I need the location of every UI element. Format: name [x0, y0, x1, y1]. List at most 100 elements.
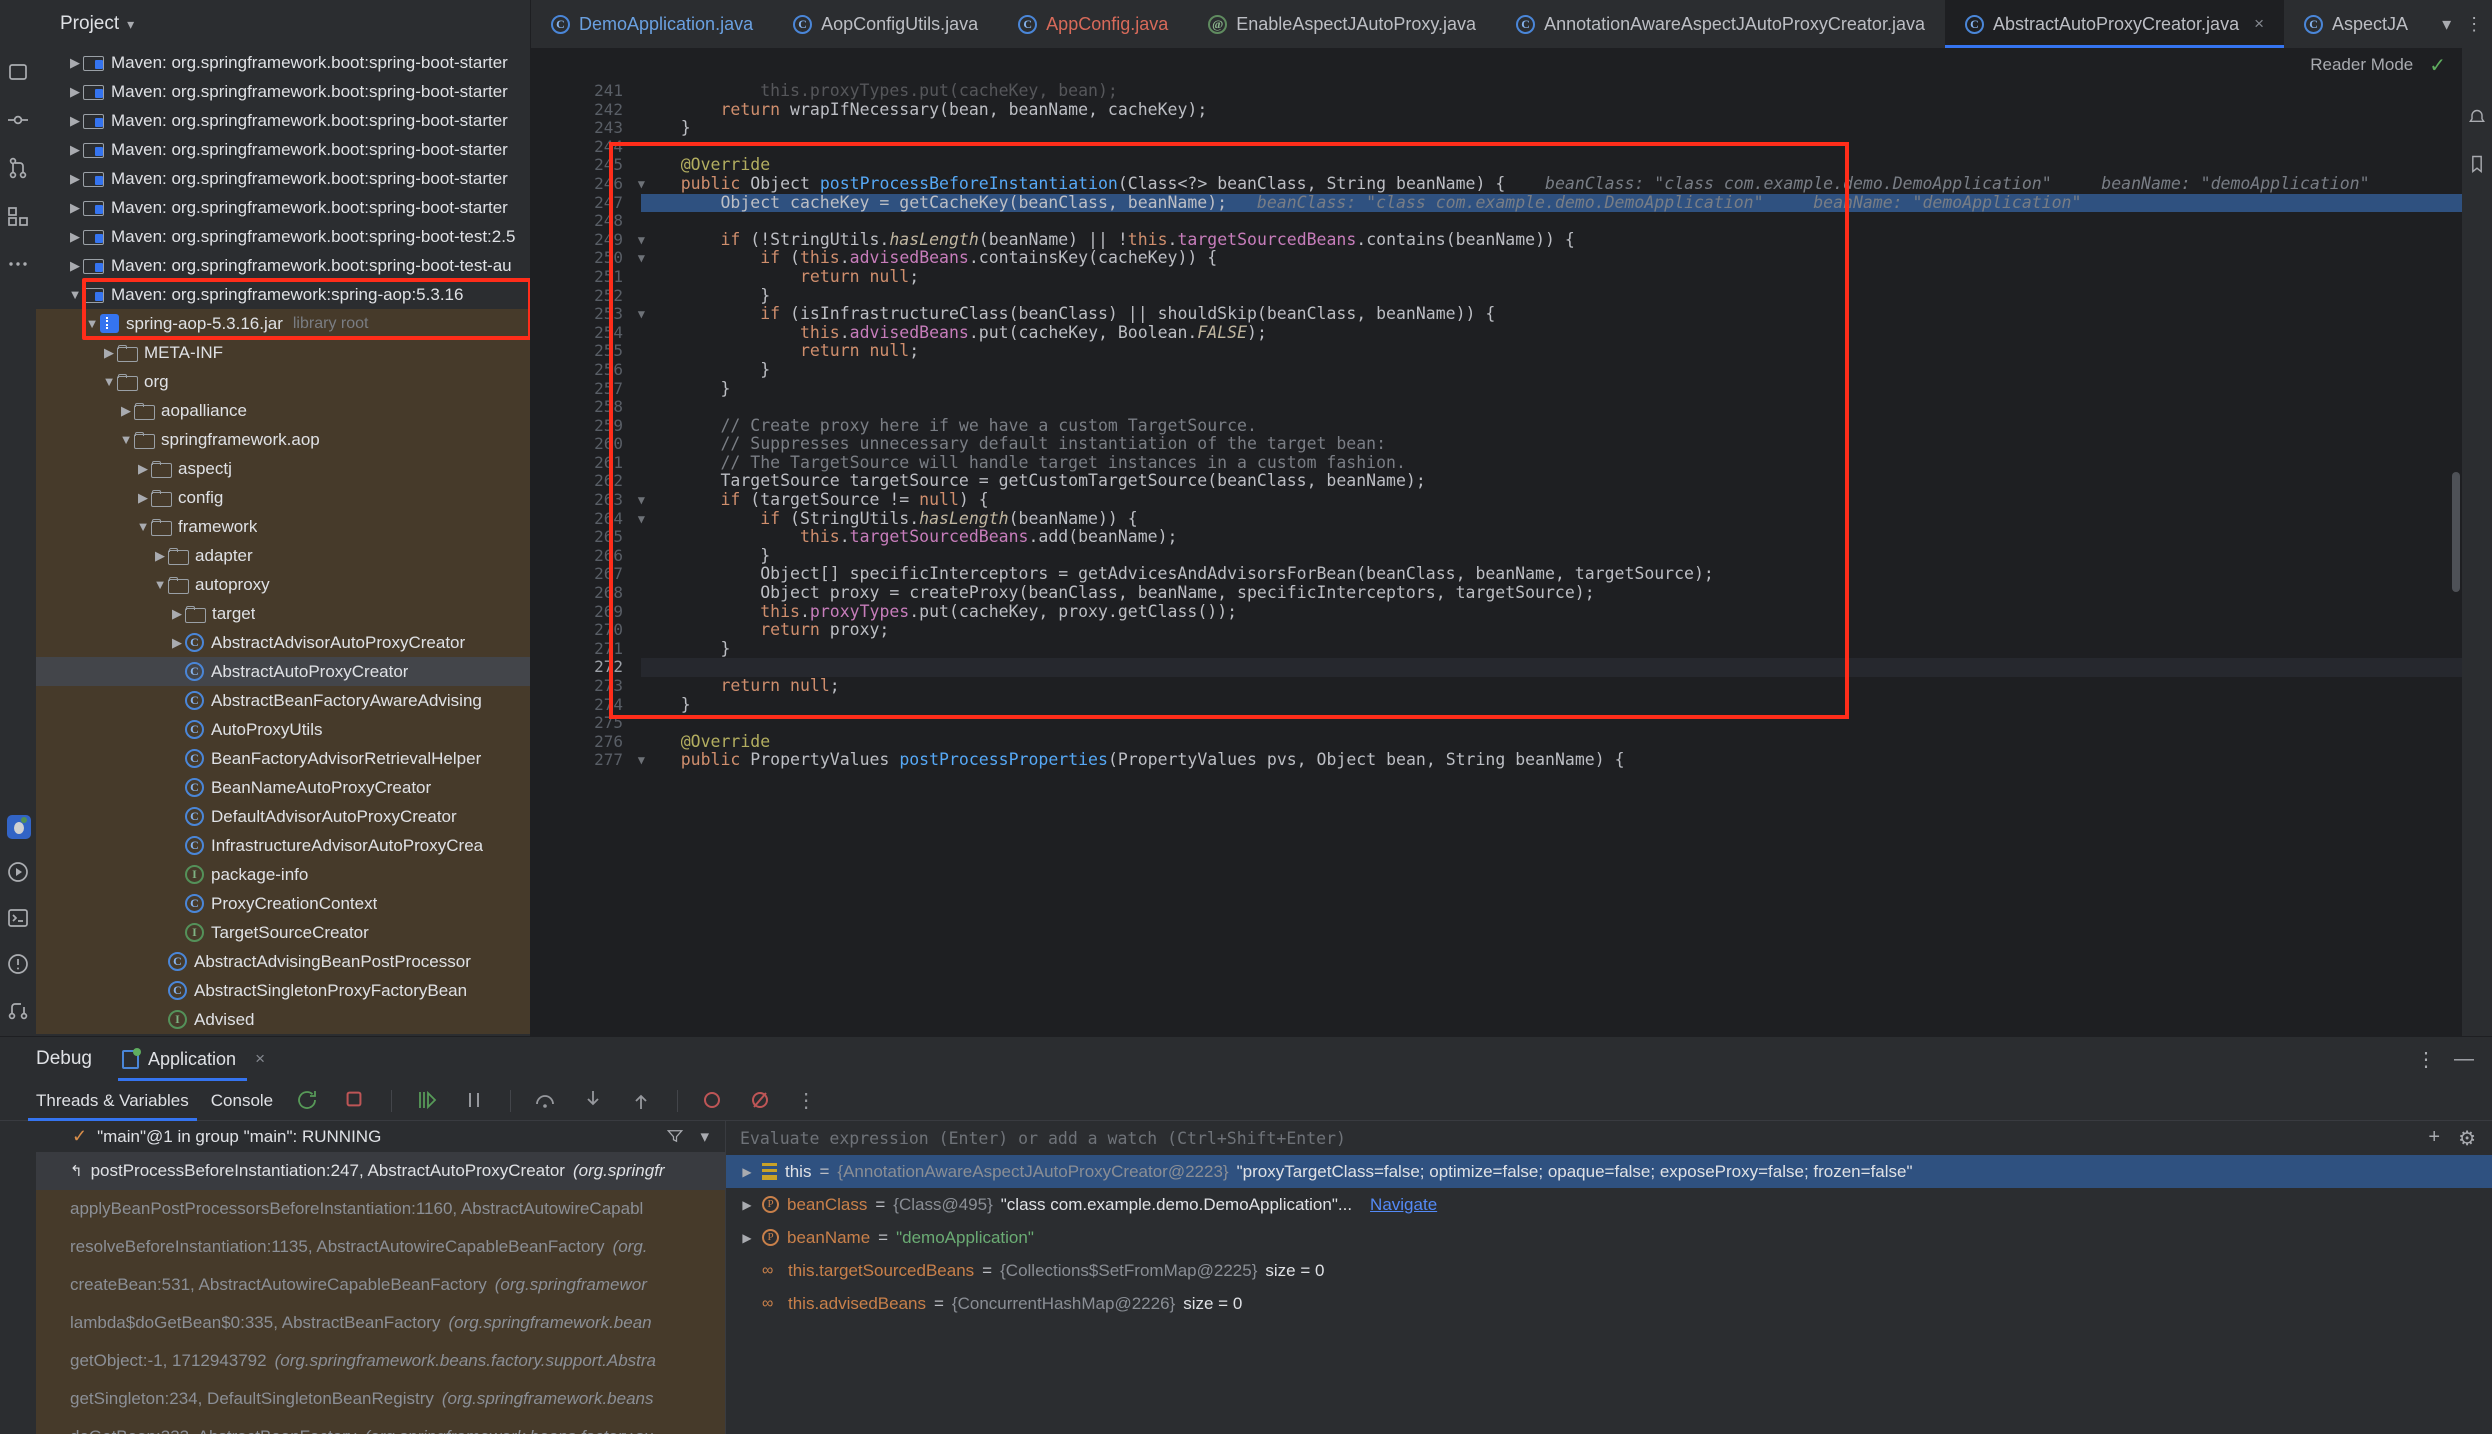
tree-row-14[interactable]: ▶ aspectj — [36, 454, 530, 483]
chevron-right-icon[interactable]: ▶ — [740, 1165, 754, 1179]
chevron-right-icon[interactable]: ▶ — [67, 171, 83, 187]
chevron-right-icon[interactable]: ▶ — [169, 635, 185, 651]
pull-requests-icon[interactable] — [6, 156, 30, 180]
line-number[interactable]: 272 — [531, 658, 623, 677]
tree-row-8[interactable]: ▼ Maven: org.springframework:spring-aop:5… — [36, 280, 530, 309]
thread-selector[interactable]: ✓ "main"@1 in group "main": RUNNING ▾ — [36, 1121, 725, 1152]
line-number-gutter[interactable]: 241 242 243 244 245 246 ▼ 247 248 249 ▼ 250 ▼ 251 252 2… — [531, 82, 645, 1036]
line-number[interactable]: 266 — [531, 546, 623, 566]
chevron-down-icon[interactable]: ▾ — [127, 16, 134, 33]
project-view-icon[interactable] — [6, 60, 30, 84]
more-options-icon[interactable]: ⋮ — [2416, 1047, 2436, 1072]
editor-tab-3[interactable]: @ EnableAspectJAutoProxy.java — [1188, 0, 1496, 48]
chevron-right-icon[interactable]: ▶ — [67, 258, 83, 274]
code-line[interactable]: // The TargetSource will handle target i… — [641, 453, 2462, 473]
line-number[interactable]: 269 — [531, 602, 623, 622]
variable-row-2[interactable]: ▶ PbeanName = "demoApplication" — [726, 1221, 2492, 1254]
tree-row-19[interactable]: ▶ target — [36, 599, 530, 628]
resume-program-icon[interactable] — [414, 1088, 440, 1114]
tab-console[interactable]: Console — [211, 1081, 273, 1121]
line-number[interactable]: 259 — [531, 416, 623, 436]
chevron-right-icon[interactable]: ▶ — [67, 113, 83, 129]
line-number[interactable]: 270 — [531, 621, 623, 640]
tree-row-6[interactable]: ▶ Maven: org.springframework.boot:spring-… — [36, 222, 530, 251]
step-over-icon[interactable] — [533, 1088, 559, 1114]
debug-more-icon[interactable]: ⋮ — [796, 1088, 822, 1114]
code-line[interactable]: public Object postProcessBeforeInstantia… — [641, 174, 2462, 194]
tree-row-24[interactable]: ·C BeanFactoryAdvisorRetrievalHelper — [36, 744, 530, 773]
line-number[interactable]: 247 — [531, 193, 623, 213]
debug-tool-icon[interactable] — [6, 814, 31, 839]
code-line[interactable]: TargetSource targetSource = getCustomTar… — [641, 472, 2462, 491]
view-breakpoints-icon[interactable] — [700, 1088, 726, 1114]
code-line[interactable]: this.targetSourcedBeans.add(beanName); — [641, 527, 2462, 547]
code-line[interactable] — [641, 658, 2462, 677]
variable-row-3[interactable]: · ∞ this.targetSourcedBeans = {Collections… — [726, 1254, 2492, 1287]
tree-row-17[interactable]: ▶ adapter — [36, 541, 530, 570]
tree-row-22[interactable]: ·C AbstractBeanFactoryAwareAdvising — [36, 686, 530, 715]
tree-row-5[interactable]: ▶ Maven: org.springframework.boot:spring-… — [36, 193, 530, 222]
chevron-right-icon[interactable]: ▶ — [152, 548, 168, 564]
tree-row-33[interactable]: ·I Advised — [36, 1005, 530, 1034]
mute-breakpoints-icon[interactable] — [748, 1088, 774, 1114]
tree-row-30[interactable]: ·I TargetSourceCreator — [36, 918, 530, 947]
chevron-right-icon[interactable]: ▶ — [135, 461, 151, 477]
tree-row-21[interactable]: ·C AbstractAutoProxyCreator — [36, 657, 530, 686]
tree-row-10[interactable]: ▶ META-INF — [36, 338, 530, 367]
tree-row-29[interactable]: ·C ProxyCreationContext — [36, 889, 530, 918]
code-line[interactable]: if (isInfrastructureClass(beanClass) || … — [641, 304, 2462, 324]
tree-row-26[interactable]: ·C DefaultAdvisorAutoProxyCreator — [36, 802, 530, 831]
more-options-icon[interactable]: ⋮ — [2465, 14, 2483, 35]
chevron-right-icon[interactable]: ▶ — [67, 200, 83, 216]
tree-row-11[interactable]: ▼ org — [36, 367, 530, 396]
tree-row-2[interactable]: ▶ Maven: org.springframework.boot:spring-… — [36, 106, 530, 135]
tree-row-20[interactable]: ▶ C AbstractAdvisorAutoProxyCreator — [36, 628, 530, 657]
line-number[interactable]: 260 — [531, 435, 623, 454]
line-number[interactable]: 246 ▼ — [531, 174, 645, 194]
stop-icon[interactable] — [343, 1088, 369, 1114]
code-line[interactable]: Object proxy = createProxy(beanClass, be… — [641, 583, 2462, 603]
code-line[interactable]: } — [641, 379, 2462, 399]
chevron-right-icon[interactable]: ▶ — [67, 142, 83, 158]
run-configuration-tab[interactable]: Application × — [118, 1037, 269, 1081]
chevron-down-icon[interactable]: ▼ — [152, 577, 168, 592]
version-control-icon[interactable] — [6, 998, 30, 1022]
structure-icon[interactable] — [6, 204, 30, 228]
chevron-right-icon[interactable]: ▶ — [101, 345, 117, 361]
variable-row-4[interactable]: · ∞ this.advisedBeans = {ConcurrentHashMap… — [726, 1287, 2492, 1320]
tree-row-23[interactable]: ·C AutoProxyUtils — [36, 715, 530, 744]
chevron-down-icon[interactable]: ▼ — [118, 432, 134, 447]
variable-row-1[interactable]: ▶ PbeanClass = {Class@495} "class com.exa… — [726, 1188, 2492, 1221]
code-line[interactable]: } — [641, 360, 2462, 380]
frame-list[interactable]: ↰ postProcessBeforeInstantiation:247, Abs… — [36, 1152, 725, 1434]
code-line[interactable]: // Suppresses unnecessary default instan… — [641, 434, 2462, 454]
code-line[interactable] — [641, 398, 2462, 417]
line-number[interactable]: 262 — [531, 472, 623, 491]
line-number[interactable]: 245 — [531, 156, 623, 175]
tree-row-15[interactable]: ▶ config — [36, 483, 530, 512]
editor-tab-4[interactable]: C AnnotationAwareAspectJAutoProxyCreator.… — [1496, 0, 1945, 48]
line-number[interactable]: 241 — [531, 82, 623, 101]
thread-chevron-down-icon[interactable]: ▾ — [700, 1127, 709, 1147]
editor-tab-0[interactable]: C DemoApplication.java — [531, 0, 773, 48]
chevron-right-icon[interactable]: ▶ — [67, 55, 83, 71]
editor-tab-6[interactable]: C AspectJA — [2284, 0, 2428, 48]
bookmarks-icon[interactable] — [2467, 154, 2487, 174]
close-icon[interactable]: × — [255, 1049, 265, 1069]
chevron-down-icon[interactable]: ▼ — [67, 287, 83, 302]
code-line[interactable]: @Override — [641, 732, 2462, 752]
code-line[interactable]: if (StringUtils.hasLength(beanName)) { — [641, 509, 2462, 529]
line-number[interactable]: 268 — [531, 583, 623, 603]
line-number[interactable]: 248 — [531, 212, 623, 231]
editor-tab-1[interactable]: C AopConfigUtils.java — [773, 0, 998, 48]
chevron-down-icon[interactable]: ▾ — [2442, 14, 2451, 35]
line-number[interactable]: 253 ▼ — [531, 305, 645, 324]
close-icon[interactable]: × — [2254, 14, 2264, 34]
tree-row-28[interactable]: ·Ipackage-info — [36, 860, 530, 889]
more-tool-windows-icon[interactable] — [6, 252, 30, 276]
code-line[interactable]: return null; — [641, 676, 2462, 696]
line-number[interactable]: 243 — [531, 119, 623, 138]
project-tree[interactable]: ▶ Maven: org.springframework.boot:spring-… — [36, 48, 531, 1036]
chevron-down-icon[interactable]: ▼ — [84, 316, 100, 331]
code-line[interactable]: if (targetSource != null) { — [641, 490, 2462, 510]
